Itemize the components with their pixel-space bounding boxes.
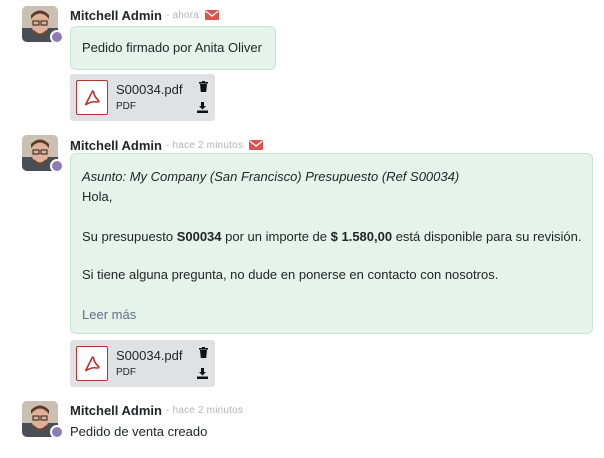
trash-icon[interactable] [199, 80, 208, 95]
text-fragment: está disponible para su revisión. [392, 229, 582, 244]
envelope-icon [249, 138, 264, 153]
presence-indicator [50, 159, 64, 173]
attachment-name[interactable]: S00034.pdf [116, 348, 183, 363]
attachment-card[interactable]: S00034.pdf PDF [70, 340, 215, 387]
text-fragment: por un importe de [221, 229, 331, 244]
attachment-card[interactable]: S00034.pdf PDF [70, 74, 215, 121]
avatar[interactable] [22, 135, 64, 173]
download-icon[interactable] [197, 101, 208, 116]
email-subject: Asunto: My Company (San Francisco) Presu… [82, 169, 460, 184]
text-fragment: Su presupuesto [82, 229, 177, 244]
author-name[interactable]: Mitchell Admin [70, 403, 162, 418]
message-date: - ahora [165, 9, 200, 21]
trash-icon[interactable] [199, 346, 208, 361]
message-date: - hace 2 minutos [165, 404, 244, 416]
message-bubble: Asunto: My Company (San Francisco) Presu… [70, 153, 593, 334]
author-name[interactable]: Mitchell Admin [70, 138, 162, 153]
envelope-icon [205, 8, 220, 23]
pdf-file-icon [76, 80, 108, 115]
message-date: - hace 2 minutos [165, 139, 244, 151]
message-body: Pedido de venta creado [70, 424, 208, 439]
message-bubble: Pedido firmado por Anita Oliver [70, 26, 276, 70]
author-name[interactable]: Mitchell Admin [70, 8, 162, 23]
attachment-name[interactable]: S00034.pdf [116, 82, 183, 97]
email-greeting: Hola, [82, 189, 113, 204]
message-header: Mitchell Admin - ahora [70, 6, 220, 24]
message: Mitchell Admin - hace 2 minutos Asunto: … [22, 135, 597, 390]
quote-amount: $ 1.580,00 [330, 229, 393, 244]
download-icon[interactable] [197, 367, 208, 382]
message: Mitchell Admin - ahora Pedido firmado po… [22, 6, 597, 121]
email-contact-line: Si tiene alguna pregunta, no dude en pon… [82, 267, 499, 282]
pdf-file-icon [76, 346, 108, 381]
attachment-type: PDF [116, 101, 136, 112]
email-quote-line: Su presupuesto S00034 por un importe de … [82, 229, 581, 244]
avatar[interactable] [22, 6, 64, 44]
presence-indicator [50, 425, 64, 439]
presence-indicator [50, 30, 64, 44]
message: Mitchell Admin - hace 2 minutos Pedido d… [22, 401, 597, 451]
message-header: Mitchell Admin - hace 2 minutos [70, 401, 243, 419]
avatar[interactable] [22, 401, 64, 439]
read-more-link[interactable]: Leer más [82, 307, 136, 322]
message-body: Pedido firmado por Anita Oliver [82, 40, 262, 55]
message-header: Mitchell Admin - hace 2 minutos [70, 136, 264, 154]
quote-reference: S00034 [176, 229, 222, 244]
attachment-type: PDF [116, 367, 136, 378]
